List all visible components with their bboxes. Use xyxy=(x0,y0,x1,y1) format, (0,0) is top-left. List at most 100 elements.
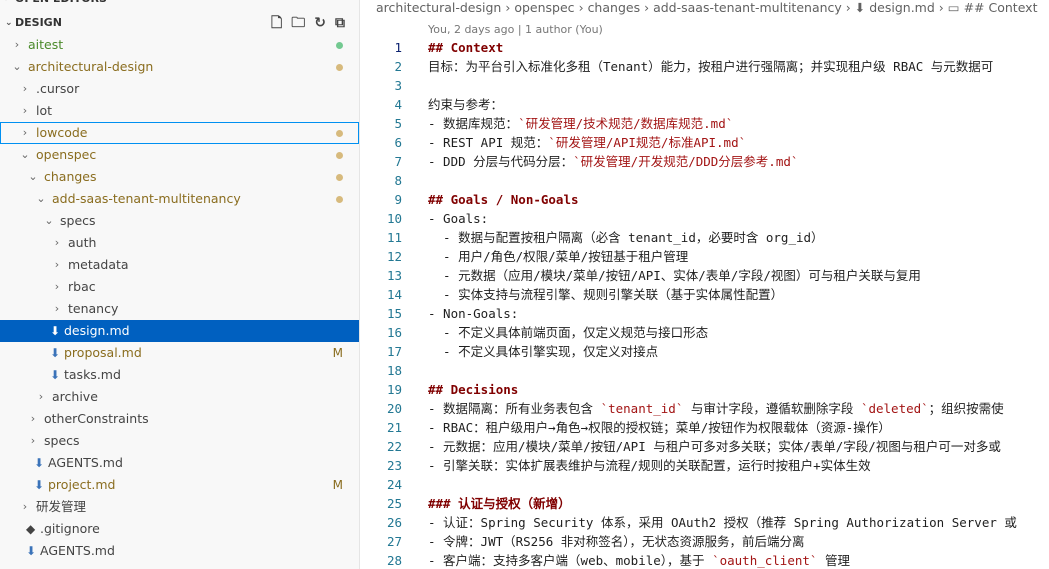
tree-folder-16[interactable]: › archive xyxy=(0,386,359,408)
line-text: - Non-Goals: xyxy=(428,304,518,323)
tree-folder-11[interactable]: › rbac xyxy=(0,276,359,298)
line-text: - DDD 分层与代码分层：`研发管理/开发规范/DDD分层参考.md` xyxy=(428,152,798,171)
tree-folder-10[interactable]: › metadata xyxy=(0,254,359,276)
code-token: `研发管理/技术规范/数据库规范.md` xyxy=(518,116,734,131)
line-text: - 不定义具体引擎实现，仅定义对接点 xyxy=(428,342,658,361)
tree-folder-5[interactable]: ⌄ openspec xyxy=(0,144,359,166)
tree-folder-0[interactable]: › aitest xyxy=(0,34,359,56)
tree-folder-6[interactable]: ⌄ changes xyxy=(0,166,359,188)
tree-folder-4[interactable]: › lowcode xyxy=(0,122,359,144)
tree-file-14[interactable]: ⬇ proposal.md M xyxy=(0,342,359,364)
line-number: 20 xyxy=(386,401,402,416)
chevron-right-icon: › xyxy=(38,390,44,403)
tree-file-23[interactable]: ⬇ AGENTS.md xyxy=(0,540,359,562)
code-line[interactable]: 9 ## Goals / Non-Goals xyxy=(360,190,1049,209)
code-line[interactable]: 4 约束与参考： xyxy=(360,95,1049,114)
code-line[interactable]: 8 xyxy=(360,171,1049,190)
line-number: 12 xyxy=(386,249,402,264)
code-line[interactable]: 15 - Non-Goals: xyxy=(360,304,1049,323)
code-token: - 引擎关联：实体扩展表维护与流程/规则的关联配置，运行时按租户+实体生效 xyxy=(428,458,871,473)
code-line[interactable]: 18 xyxy=(360,361,1049,380)
tree-file-13[interactable]: ⬇ design.md xyxy=(0,320,359,342)
tree-file-15[interactable]: ⬇ tasks.md xyxy=(0,364,359,386)
breadcrumb-item[interactable]: openspec xyxy=(514,0,574,15)
collapse-all-icon[interactable]: ⧉ xyxy=(335,12,345,34)
tree-folder-18[interactable]: › specs xyxy=(0,430,359,452)
code-line[interactable]: 25 ### 认证与授权（新增） xyxy=(360,494,1049,513)
line-text: - 认证：Spring Security 体系，采用 OAuth2 授权（推荐 … xyxy=(428,513,1017,532)
code-line[interactable]: 3 xyxy=(360,76,1049,95)
tree-folder-12[interactable]: › tenancy xyxy=(0,298,359,320)
refresh-icon[interactable]: ↻ xyxy=(314,12,326,34)
breadcrumb-item[interactable]: architectural-design xyxy=(376,0,501,15)
line-text: - 令牌：JWT（RS256 非对称签名），无状态资源服务，前后端分离 xyxy=(428,532,805,551)
code-line[interactable]: 21 - RBAC：租户级用户→角色→权限的授权链；菜单/按钮作为权限载体（资源-… xyxy=(360,418,1049,437)
git-status-badge: M xyxy=(332,478,343,492)
code-line[interactable]: 10 - Goals: xyxy=(360,209,1049,228)
tree-folder-17[interactable]: › otherConstraints xyxy=(0,408,359,430)
new-file-icon[interactable]: 🗋 xyxy=(271,12,282,34)
tree-item-label: aitest xyxy=(28,37,64,52)
git-status-badge: M xyxy=(332,346,343,360)
code-line[interactable]: 11 - 数据与配置按租户隔离（必含 tenant_id，必要时含 org_id… xyxy=(360,228,1049,247)
chevron-right-icon: › xyxy=(54,236,60,249)
tree-folder-2[interactable]: › .cursor xyxy=(0,78,359,100)
code-line[interactable]: 2 目标：为平台引入标准化多租（Tenant）能力，按租户进行强隔离；并实现租户级… xyxy=(360,57,1049,76)
tree-folder-3[interactable]: › lot xyxy=(0,100,359,122)
tree-folder-1[interactable]: ⌄ architectural-design xyxy=(0,56,359,78)
line-number: 10 xyxy=(386,211,402,226)
line-number: 23 xyxy=(386,458,402,473)
code-line[interactable]: 13 - 元数据（应用/模块/菜单/按钮/API、实体/表单/字段/视图）可与租… xyxy=(360,266,1049,285)
tree-folder-7[interactable]: ⌄ add-saas-tenant-multitenancy xyxy=(0,188,359,210)
code-line[interactable]: 26 - 认证：Spring Security 体系，采用 OAuth2 授权（推… xyxy=(360,513,1049,532)
breadcrumb-item[interactable]: add-saas-tenant-multitenancy xyxy=(653,0,842,15)
line-text: - 不定义具体前端页面，仅定义规范与接口形态 xyxy=(428,323,708,342)
code-line[interactable]: 16 - 不定义具体前端页面，仅定义规范与接口形态 xyxy=(360,323,1049,342)
tree-item-label: rbac xyxy=(68,279,96,294)
chevron-right-icon: › xyxy=(54,258,60,271)
code-line[interactable]: 7 - DDD 分层与代码分层：`研发管理/开发规范/DDD分层参考.md` xyxy=(360,152,1049,171)
code-token: - 元数据（应用/模块/菜单/按钮/API、实体/表单/字段/视图）可与租户关联… xyxy=(428,268,921,283)
code-token: 与审计字段，遵循软删除字段 xyxy=(683,401,861,416)
code-line[interactable]: 1 ## Context xyxy=(360,38,1049,57)
line-number: 3 xyxy=(394,78,402,93)
tree-folder-8[interactable]: ⌄ specs xyxy=(0,210,359,232)
breadcrumb-item[interactable]: changes xyxy=(588,0,641,15)
code-line[interactable]: 19 ## Decisions xyxy=(360,380,1049,399)
code-line[interactable]: 22 - 元数据：应用/模块/菜单/按钮/API 与租户可多对多关联；实体/表单/… xyxy=(360,437,1049,456)
tree-item-label: project.md xyxy=(48,477,116,492)
breadcrumb-item[interactable]: ▭ ## Context xyxy=(948,0,1038,15)
code-line[interactable]: 14 - 实体支持与流程引擎、规则引擎关联（基于实体属性配置） xyxy=(360,285,1049,304)
line-number: 4 xyxy=(394,97,402,112)
workspace-header[interactable]: ⌄ DESIGN 🗋 🗀 ↻ ⧉ xyxy=(0,12,359,34)
modified-dot-icon xyxy=(336,174,343,181)
tree-folder-9[interactable]: › auth xyxy=(0,232,359,254)
code-line[interactable]: 28 - 客户端：支持多客户端（web、mobile），基于 `oauth_cli… xyxy=(360,551,1049,569)
line-text: - 客户端：支持多客户端（web、mobile），基于 `oauth_clien… xyxy=(428,551,850,569)
breadcrumb-item[interactable]: ⬇ design.md xyxy=(855,0,935,15)
tree-file-22[interactable]: ◆ .gitignore xyxy=(0,518,359,540)
modified-dot-icon xyxy=(336,152,343,159)
line-text: - 数据与配置按租户隔离（必含 tenant_id，必要时含 org_id） xyxy=(428,228,824,247)
chevron-right-icon: › xyxy=(22,104,28,117)
code-line[interactable]: 20 - 数据隔离：所有业务表包含 `tenant_id` 与审计字段，遵循软删除… xyxy=(360,399,1049,418)
tree-folder-21[interactable]: › 研发管理 xyxy=(0,496,359,518)
code-line[interactable]: 27 - 令牌：JWT（RS256 非对称签名），无状态资源服务，前后端分离 xyxy=(360,532,1049,551)
open-editors-header[interactable]: › OPEN EDITORS xyxy=(0,0,359,10)
code-line[interactable]: 24 xyxy=(360,475,1049,494)
code-line[interactable]: 5 - 数据库规范：`研发管理/技术规范/数据库规范.md` xyxy=(360,114,1049,133)
code-line[interactable]: 23 - 引擎关联：实体扩展表维护与流程/规则的关联配置，运行时按租户+实体生效 xyxy=(360,456,1049,475)
breadcrumb-separator-icon: › xyxy=(938,0,944,15)
tree-file-19[interactable]: ⬇ AGENTS.md xyxy=(0,452,359,474)
code-line[interactable]: 12 - 用户/角色/权限/菜单/按钮基于租户管理 xyxy=(360,247,1049,266)
code-token: `oauth_client` xyxy=(712,553,818,568)
tree-file-20[interactable]: ⬇ project.md M xyxy=(0,474,359,496)
tree-item-label: specs xyxy=(44,433,80,448)
code-token: - 令牌：JWT（RS256 非对称签名），无状态资源服务，前后端分离 xyxy=(428,534,805,549)
chevron-down-icon: ⌄ xyxy=(36,192,46,205)
tree-item-label: auth xyxy=(68,235,97,250)
code-line[interactable]: 6 - REST API 规范：`研发管理/API规范/标准API.md` xyxy=(360,133,1049,152)
code-line[interactable]: 17 - 不定义具体引擎实现，仅定义对接点 xyxy=(360,342,1049,361)
codelens-blame[interactable]: You, 2 days ago | 1 author (You) xyxy=(428,23,603,36)
new-folder-icon[interactable]: 🗀 xyxy=(291,12,305,34)
